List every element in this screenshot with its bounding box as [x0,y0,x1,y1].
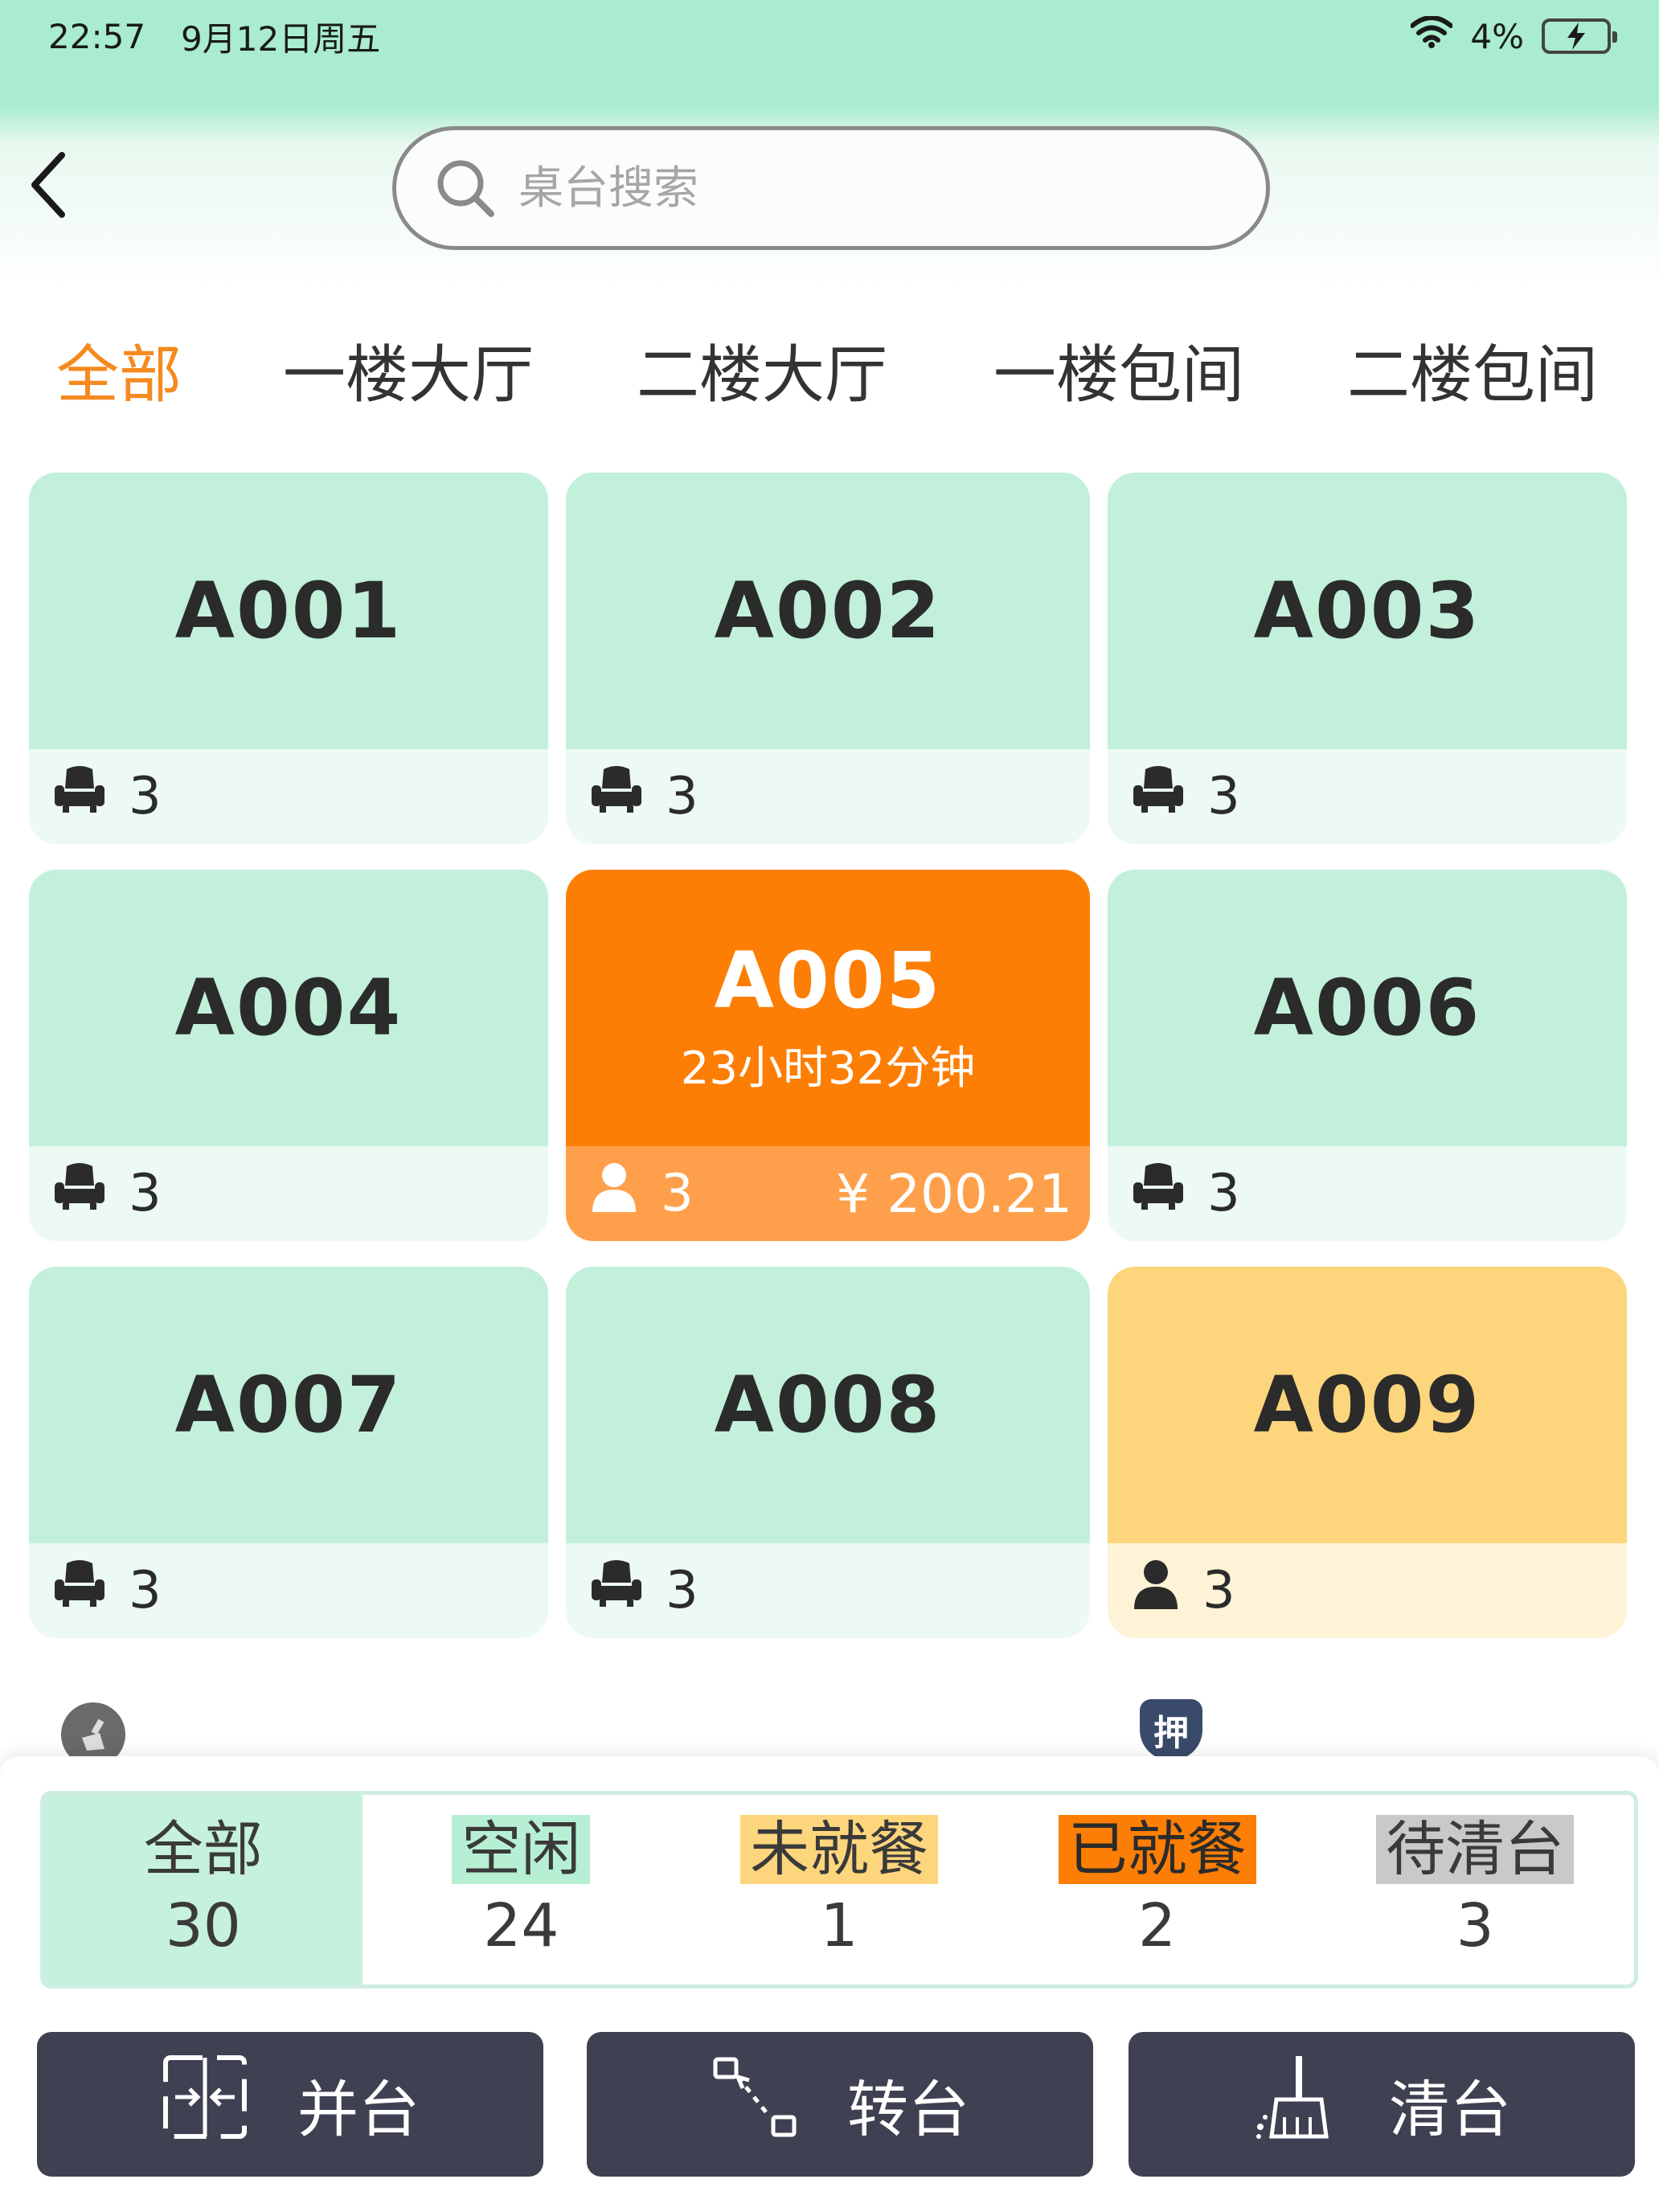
action-bar: 并台 转台 清台 [0,2032,1659,2177]
table-name: A003 [1253,566,1481,656]
table-card[interactable]: A007 3 [29,1267,548,1638]
status-filter-bar: 全部 30 空闲 24 未就餐 1 已就餐 2 待清台 3 [40,1791,1638,1989]
table-name: A008 [714,1360,942,1450]
filter-unserved[interactable]: 未就餐 1 [680,1795,998,1985]
filter-all[interactable]: 全部 30 [44,1795,363,1985]
order-amount: ¥ 200.21 [836,1162,1072,1225]
armchair-icon [1132,766,1185,827]
seat-count: 3 [129,1164,162,1223]
table-card[interactable] [566,1669,1090,1768]
table-name: A005 [714,935,942,1026]
merge-table-button[interactable]: 并台 [37,2032,543,2177]
filter-label: 空闲 [452,1815,591,1884]
table-card[interactable] [29,1669,548,1768]
seat-count: 3 [1202,1561,1235,1620]
transfer-table-button[interactable]: 转台 [587,2032,1093,2177]
seat-count: 3 [1207,767,1240,826]
table-card[interactable]: V 催 A005 23小时32分钟 3 ¥ 200.21 [566,870,1090,1241]
clear-table-label: 清台 [1389,2074,1511,2145]
transfer-table-label: 转台 [847,2074,969,2145]
table-name: A002 [714,566,942,656]
table-card[interactable]: A008 3 [566,1267,1090,1638]
seat-count: 3 [1207,1164,1240,1223]
person-icon [1132,1559,1180,1622]
table-card[interactable]: A006 3 [1108,870,1627,1241]
seat-count: 3 [129,1561,162,1620]
person-icon [590,1162,638,1225]
table-name: A009 [1253,1360,1481,1450]
table-card[interactable]: A003 3 [1108,473,1627,844]
table-card[interactable]: 押 [1108,1665,1630,1768]
table-card[interactable]: A004 3 [29,870,548,1241]
armchair-icon [1132,1163,1185,1224]
armchair-icon [590,1560,643,1621]
seat-count: 3 [666,1561,698,1620]
merge-table-label: 并台 [297,2074,420,2145]
filter-label: 待清台 [1376,1815,1575,1884]
seat-count: 3 [129,767,162,826]
table-name: A001 [174,566,403,656]
filter-count: 2 [1138,1891,1177,1960]
clear-table-button[interactable]: 清台 [1129,2032,1635,2177]
merge-table-icon [161,2053,249,2156]
table-card[interactable]: A002 3 [566,473,1090,844]
filter-label: 全部 [143,1815,263,1884]
armchair-icon [53,1163,106,1224]
seat-count: 3 [661,1164,694,1223]
filter-served[interactable]: 已就餐 2 [998,1795,1317,1985]
table-name: A007 [174,1360,403,1450]
filter-idle[interactable]: 空闲 24 [363,1795,681,1985]
filter-count: 3 [1456,1891,1494,1960]
filter-label: 已就餐 [1058,1815,1256,1884]
armchair-icon [53,766,106,827]
dining-duration: 23小时32分钟 [680,1042,976,1095]
filter-label: 未就餐 [739,1815,938,1884]
table-grid: A001 3 A002 3 A003 3 A004 3 V 催 A005 23小… [0,0,1659,1768]
filter-cleaning[interactable]: 待清台 3 [1316,1795,1634,1985]
transfer-table-icon [711,2053,799,2156]
table-card[interactable]: A001 3 [29,473,548,844]
armchair-icon [53,1560,106,1621]
table-card[interactable]: A009 3 [1108,1267,1627,1638]
broom-icon [1252,2053,1341,2156]
deposit-badge: 押 [1140,1699,1202,1760]
filter-count: 30 [165,1891,241,1960]
filter-count: 24 [483,1891,559,1960]
table-name: A006 [1253,963,1481,1053]
filter-count: 1 [820,1891,858,1960]
table-name: A004 [174,963,403,1053]
armchair-icon [590,766,643,827]
seat-count: 3 [666,767,698,826]
